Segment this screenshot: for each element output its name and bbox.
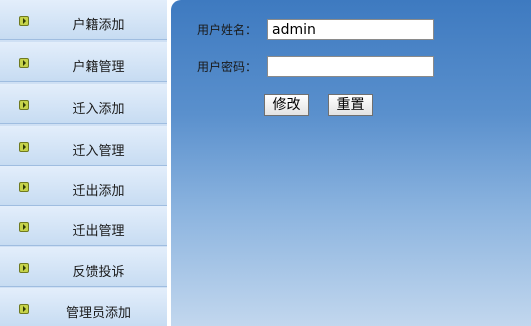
sidebar-item-label: 迁入管理 [72,144,125,159]
sidebar-item-label: 迁出管理 [72,224,125,239]
sidebar-item-label: 管理员添加 [65,306,131,321]
arrow-icon [19,263,29,273]
username-input[interactable] [267,19,434,40]
sidebar-item-label: 迁出添加 [72,184,125,199]
arrow-icon [19,222,29,232]
arrow-icon [19,142,29,152]
arrow-icon [19,58,29,68]
sidebar-item-admin-add[interactable]: 管理员添加 [0,288,167,326]
sidebar-item-household-manage[interactable]: 户籍管理 [0,42,167,82]
arrow-icon [19,304,29,314]
sidebar-item-label: 迁入添加 [72,102,125,117]
sidebar-item-move-in-manage[interactable]: 迁入管理 [0,126,167,166]
main-panel: 用户姓名： 用户密码： 修改 重置 [171,0,531,326]
arrow-icon [19,182,29,192]
arrow-icon [19,16,29,26]
sidebar-item-feedback[interactable]: 反馈投诉 [0,247,167,287]
password-input[interactable] [267,56,434,77]
sidebar-item-label: 户籍管理 [72,60,125,75]
sidebar-item-move-out-add[interactable]: 迁出添加 [0,166,167,206]
sidebar-item-label: 反馈投诉 [72,265,125,280]
sidebar-item-move-in-add[interactable]: 迁入添加 [0,84,167,124]
sidebar-item-label: 户籍添加 [72,18,125,33]
sidebar-item-household-add[interactable]: 户籍添加 [0,0,167,40]
username-label: 用户姓名： [197,23,258,37]
sidebar-item-move-out-manage[interactable]: 迁出管理 [0,206,167,246]
modify-button[interactable]: 修改 [264,94,309,116]
reset-button[interactable]: 重置 [328,94,373,116]
sidebar-nav: 户籍添加 户籍管理 迁入添加 迁入管理 迁出添加 迁出管理 反馈投诉 管理员添加 [0,0,167,326]
password-label: 用户密码： [197,60,258,74]
arrow-icon [19,100,29,110]
